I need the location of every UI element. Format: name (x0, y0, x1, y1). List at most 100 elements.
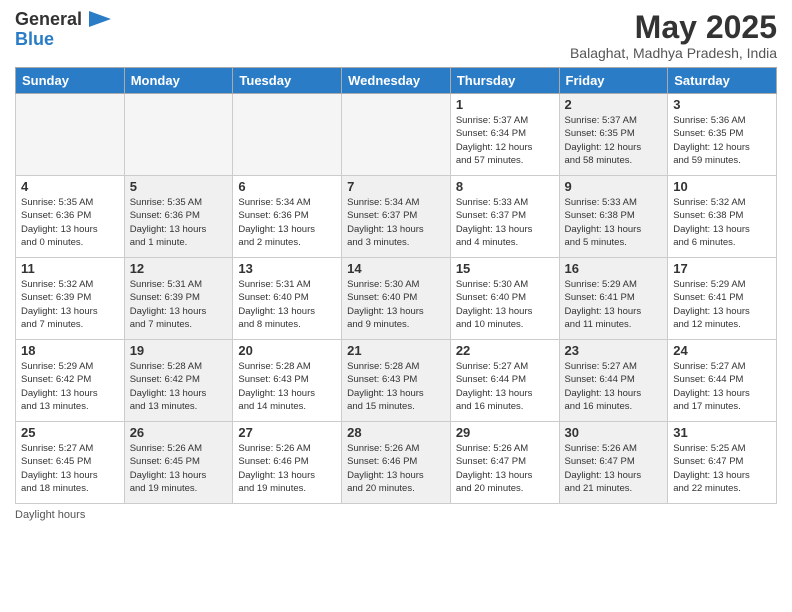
calendar-cell: 12 Sunrise: 5:31 AM Sunset: 6:39 PM Dayli… (124, 258, 233, 340)
day-info: Sunrise: 5:33 AM Sunset: 6:37 PM Dayligh… (456, 196, 554, 249)
day-number: 11 (21, 261, 119, 276)
day-info: Sunrise: 5:37 AM Sunset: 6:35 PM Dayligh… (565, 114, 663, 167)
calendar-cell (124, 94, 233, 176)
day-info: Sunrise: 5:32 AM Sunset: 6:38 PM Dayligh… (673, 196, 771, 249)
calendar-header-friday: Friday (559, 68, 668, 94)
calendar-cell: 1 Sunrise: 5:37 AM Sunset: 6:34 PM Daylig… (450, 94, 559, 176)
calendar-cell: 22 Sunrise: 5:27 AM Sunset: 6:44 PM Dayli… (450, 340, 559, 422)
day-info: Sunrise: 5:30 AM Sunset: 6:40 PM Dayligh… (347, 278, 445, 331)
day-number: 2 (565, 97, 663, 112)
day-number: 23 (565, 343, 663, 358)
day-info: Sunrise: 5:31 AM Sunset: 6:39 PM Dayligh… (130, 278, 228, 331)
calendar-cell: 24Sunrise: 5:27 AM Sunset: 6:44 PM Dayli… (668, 340, 777, 422)
day-number: 12 (130, 261, 228, 276)
day-number: 22 (456, 343, 554, 358)
logo-blue-text: Blue (15, 30, 111, 50)
day-info: Sunrise: 5:27 AM Sunset: 6:45 PM Dayligh… (21, 442, 119, 495)
calendar-cell: 23Sunrise: 5:27 AM Sunset: 6:44 PM Dayli… (559, 340, 668, 422)
day-info: Sunrise: 5:30 AM Sunset: 6:40 PM Dayligh… (456, 278, 554, 331)
day-number: 1 (456, 97, 554, 112)
day-info: Sunrise: 5:27 AM Sunset: 6:44 PM Dayligh… (456, 360, 554, 413)
day-info: Sunrise: 5:34 AM Sunset: 6:36 PM Dayligh… (238, 196, 336, 249)
calendar-cell: 30 Sunrise: 5:26 AM Sunset: 6:47 PM Dayli… (559, 422, 668, 504)
calendar-cell: 25 Sunrise: 5:27 AM Sunset: 6:45 PM Dayli… (16, 422, 125, 504)
day-info: Sunrise: 5:26 AM Sunset: 6:47 PM Dayligh… (456, 442, 554, 495)
calendar-header-wednesday: Wednesday (342, 68, 451, 94)
logo-flag-icon (89, 11, 111, 27)
header: General Blue May 2025 Balaghat, Madhya P… (15, 10, 777, 61)
day-info: Sunrise: 5:29 AM Sunset: 6:41 PM Dayligh… (673, 278, 771, 331)
day-number: 14 (347, 261, 445, 276)
day-number: 30 (565, 425, 663, 440)
calendar-cell: 17 Sunrise: 5:29 AM Sunset: 6:41 PM Dayli… (668, 258, 777, 340)
calendar-cell: 11 Sunrise: 5:32 AM Sunset: 6:39 PM Dayli… (16, 258, 125, 340)
day-number: 31 (673, 425, 771, 440)
calendar-cell: 5Sunrise: 5:35 AM Sunset: 6:36 PM Daylig… (124, 176, 233, 258)
calendar-cell: 9 Sunrise: 5:33 AM Sunset: 6:38 PM Daylig… (559, 176, 668, 258)
day-info: Sunrise: 5:29 AM Sunset: 6:42 PM Dayligh… (21, 360, 119, 413)
calendar-cell: 26 Sunrise: 5:26 AM Sunset: 6:45 PM Dayli… (124, 422, 233, 504)
calendar-cell: 2 Sunrise: 5:37 AM Sunset: 6:35 PM Daylig… (559, 94, 668, 176)
calendar-cell: 14 Sunrise: 5:30 AM Sunset: 6:40 PM Dayli… (342, 258, 451, 340)
calendar-cell: 20Sunrise: 5:28 AM Sunset: 6:43 PM Dayli… (233, 340, 342, 422)
day-info: Sunrise: 5:26 AM Sunset: 6:45 PM Dayligh… (130, 442, 228, 495)
calendar-week-1: 1 Sunrise: 5:37 AM Sunset: 6:34 PM Daylig… (16, 94, 777, 176)
day-number: 13 (238, 261, 336, 276)
day-number: 27 (238, 425, 336, 440)
calendar-cell: 31 Sunrise: 5:25 AM Sunset: 6:47 PM Dayli… (668, 422, 777, 504)
calendar-week-2: 4Sunrise: 5:35 AM Sunset: 6:36 PM Daylig… (16, 176, 777, 258)
day-number: 3 (673, 97, 771, 112)
location: Balaghat, Madhya Pradesh, India (570, 45, 777, 61)
day-number: 20 (238, 343, 336, 358)
calendar-cell: 18Sunrise: 5:29 AM Sunset: 6:42 PM Dayli… (16, 340, 125, 422)
day-info: Sunrise: 5:26 AM Sunset: 6:46 PM Dayligh… (347, 442, 445, 495)
calendar-cell (16, 94, 125, 176)
calendar-cell: 16 Sunrise: 5:29 AM Sunset: 6:41 PM Dayli… (559, 258, 668, 340)
day-number: 21 (347, 343, 445, 358)
calendar-week-5: 25 Sunrise: 5:27 AM Sunset: 6:45 PM Dayli… (16, 422, 777, 504)
day-info: Sunrise: 5:26 AM Sunset: 6:46 PM Dayligh… (238, 442, 336, 495)
calendar-cell: 28Sunrise: 5:26 AM Sunset: 6:46 PM Dayli… (342, 422, 451, 504)
day-number: 26 (130, 425, 228, 440)
calendar-cell: 10Sunrise: 5:32 AM Sunset: 6:38 PM Dayli… (668, 176, 777, 258)
day-number: 9 (565, 179, 663, 194)
day-info: Sunrise: 5:32 AM Sunset: 6:39 PM Dayligh… (21, 278, 119, 331)
calendar-cell: 29 Sunrise: 5:26 AM Sunset: 6:47 PM Dayli… (450, 422, 559, 504)
calendar-cell: 4Sunrise: 5:35 AM Sunset: 6:36 PM Daylig… (16, 176, 125, 258)
calendar-header-thursday: Thursday (450, 68, 559, 94)
day-info: Sunrise: 5:28 AM Sunset: 6:42 PM Dayligh… (130, 360, 228, 413)
day-number: 19 (130, 343, 228, 358)
calendar-cell: 27 Sunrise: 5:26 AM Sunset: 6:46 PM Dayli… (233, 422, 342, 504)
calendar-cell: 19 Sunrise: 5:28 AM Sunset: 6:42 PM Dayli… (124, 340, 233, 422)
day-number: 7 (347, 179, 445, 194)
day-info: Sunrise: 5:37 AM Sunset: 6:34 PM Dayligh… (456, 114, 554, 167)
day-info: Sunrise: 5:31 AM Sunset: 6:40 PM Dayligh… (238, 278, 336, 331)
day-number: 6 (238, 179, 336, 194)
calendar-cell: 21 Sunrise: 5:28 AM Sunset: 6:43 PM Dayli… (342, 340, 451, 422)
day-info: Sunrise: 5:35 AM Sunset: 6:36 PM Dayligh… (130, 196, 228, 249)
day-number: 8 (456, 179, 554, 194)
day-number: 25 (21, 425, 119, 440)
day-info: Sunrise: 5:27 AM Sunset: 6:44 PM Dayligh… (673, 360, 771, 413)
day-info: Sunrise: 5:28 AM Sunset: 6:43 PM Dayligh… (347, 360, 445, 413)
day-number: 16 (565, 261, 663, 276)
day-number: 29 (456, 425, 554, 440)
day-info: Sunrise: 5:29 AM Sunset: 6:41 PM Dayligh… (565, 278, 663, 331)
day-info: Sunrise: 5:26 AM Sunset: 6:47 PM Dayligh… (565, 442, 663, 495)
daylight-hours-label: Daylight hours (15, 509, 85, 521)
month-title: May 2025 (570, 10, 777, 45)
calendar-cell: 15 Sunrise: 5:30 AM Sunset: 6:40 PM Dayli… (450, 258, 559, 340)
calendar-cell (342, 94, 451, 176)
calendar-cell: 8 Sunrise: 5:33 AM Sunset: 6:37 PM Daylig… (450, 176, 559, 258)
calendar-cell: 13 Sunrise: 5:31 AM Sunset: 6:40 PM Dayli… (233, 258, 342, 340)
calendar-cell (233, 94, 342, 176)
calendar-week-4: 18Sunrise: 5:29 AM Sunset: 6:42 PM Dayli… (16, 340, 777, 422)
calendar-header-saturday: Saturday (668, 68, 777, 94)
day-number: 17 (673, 261, 771, 276)
calendar-cell: 6 Sunrise: 5:34 AM Sunset: 6:36 PM Daylig… (233, 176, 342, 258)
day-info: Sunrise: 5:25 AM Sunset: 6:47 PM Dayligh… (673, 442, 771, 495)
calendar-header-sunday: Sunday (16, 68, 125, 94)
day-info: Sunrise: 5:35 AM Sunset: 6:36 PM Dayligh… (21, 196, 119, 249)
day-number: 15 (456, 261, 554, 276)
day-info: Sunrise: 5:33 AM Sunset: 6:38 PM Dayligh… (565, 196, 663, 249)
